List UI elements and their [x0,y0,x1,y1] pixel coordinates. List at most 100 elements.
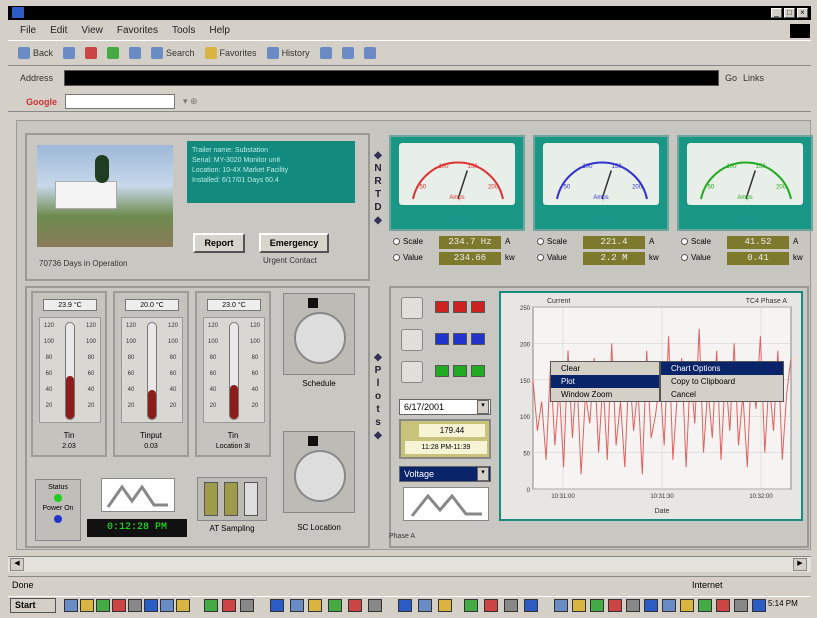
radio-scale[interactable]: Scale [393,237,423,246]
taskbar-app-icon[interactable] [418,599,432,612]
taskbar-app-icon[interactable] [308,599,322,612]
menu-file[interactable]: File [20,25,36,36]
location-dial[interactable] [283,431,355,513]
taskbar-app-icon[interactable] [328,599,342,612]
refresh-button[interactable] [107,47,120,59]
plot-toggle-button[interactable] [453,333,467,345]
plot-toggle-button[interactable] [435,333,449,345]
switch-3[interactable] [244,482,258,516]
plot-toggle-button[interactable] [471,333,485,345]
schedule-dial[interactable] [283,293,355,375]
taskbar-app-icon[interactable] [484,599,498,612]
taskbar-app-icon[interactable] [524,599,538,612]
taskbar-app-icon[interactable] [270,599,284,612]
horizontal-scrollbar[interactable]: ◀ ▶ [8,556,811,572]
pin-icon[interactable] [401,297,423,319]
radio-value[interactable]: Value [537,253,567,262]
plot-toggle-button[interactable] [435,365,449,377]
taskbar-app-icon[interactable] [644,599,658,612]
taskbar-app-icon[interactable] [80,599,94,612]
menu-view[interactable]: View [81,25,103,36]
menu-item-chart-options[interactable]: Chart Options [661,362,783,375]
forward-button[interactable] [63,47,76,59]
taskbar-app-icon[interactable] [368,599,382,612]
favorites-button[interactable]: Favorites [204,47,257,59]
menu-favorites[interactable]: Favorites [117,25,158,36]
home-button[interactable] [129,47,142,59]
taskbar-app-icon[interactable] [464,599,478,612]
start-button[interactable]: Start [10,598,56,613]
google-search-button[interactable]: ▾ ⊕ [183,96,198,107]
plot-toggle-button[interactable] [453,301,467,313]
taskbar-app-icon[interactable] [176,599,190,612]
report-button[interactable]: Report [193,233,245,253]
back-button[interactable]: Back [18,47,53,59]
wheel-icon[interactable] [401,361,423,383]
close-button[interactable]: × [797,8,808,18]
links-button[interactable]: Links [743,73,764,83]
scroll-left-icon[interactable]: ◀ [10,558,24,571]
mail-button[interactable] [319,47,332,59]
minimize-button[interactable]: _ [771,8,782,18]
taskbar-app-icon[interactable] [554,599,568,612]
taskbar-app-icon[interactable] [590,599,604,612]
go-button[interactable]: Go [725,73,737,83]
taskbar-app-icon[interactable] [96,599,110,612]
taskbar-app-icon[interactable] [438,599,452,612]
taskbar-app-icon[interactable] [698,599,712,612]
taskbar-app-icon[interactable] [398,599,412,612]
switch-2[interactable] [224,482,238,516]
menu-item-clear[interactable]: Clear [551,362,659,375]
menu-help[interactable]: Help [209,25,230,36]
menu-item-copy-clipboard[interactable]: Copy to Clipboard [661,375,783,388]
taskbar-app-icon[interactable] [144,599,158,612]
taskbar-app-icon[interactable] [240,599,254,612]
plot-toggle-button[interactable] [453,365,467,377]
stop-button[interactable] [85,47,98,59]
radio-scale[interactable]: Scale [537,237,567,246]
plot-toggle-button[interactable] [435,301,449,313]
chevron-down-icon[interactable]: ▾ [477,400,489,414]
edit-button[interactable] [363,47,376,59]
menu-item-window-zoom[interactable]: Window Zoom [551,388,659,401]
menu-item-plot[interactable]: Plot [551,375,659,388]
sampling-switches[interactable] [197,477,267,521]
taskbar-app-icon[interactable] [716,599,730,612]
current-chart[interactable]: Current TC4 Phase A 250 200 150 100 50 0 10:31:0… [501,293,801,519]
switch-1[interactable] [204,482,218,516]
taskbar-app-icon[interactable] [348,599,362,612]
taskbar-app-icon[interactable] [290,599,304,612]
taskbar-app-icon[interactable] [662,599,676,612]
taskbar-app-icon[interactable] [608,599,622,612]
taskbar-app-icon[interactable] [734,599,748,612]
history-button[interactable]: History [266,47,310,59]
taskbar-app-icon[interactable] [504,599,518,612]
dial-knob[interactable] [294,312,346,364]
taskbar-app-icon[interactable] [160,599,174,612]
target-icon[interactable] [401,329,423,351]
print-button[interactable] [341,47,354,59]
plot-toggle-button[interactable] [471,365,485,377]
google-search-input[interactable] [65,94,175,109]
radio-value[interactable]: Value [393,253,423,262]
taskbar-app-icon[interactable] [752,599,766,612]
taskbar-app-icon[interactable] [112,599,126,612]
taskbar-app-icon[interactable] [64,599,78,612]
taskbar-app-icon[interactable] [626,599,640,612]
address-input[interactable] [64,70,719,86]
menu-edit[interactable]: Edit [50,25,67,36]
radio-value[interactable]: Value [681,253,711,262]
radio-scale[interactable]: Scale [681,237,711,246]
taskbar-app-icon[interactable] [128,599,142,612]
dial-knob[interactable] [294,450,346,502]
plot-toggle-button[interactable] [471,301,485,313]
chevron-down-icon[interactable]: ▾ [477,467,489,481]
emergency-button[interactable]: Emergency [259,233,329,253]
nav-nrtd[interactable]: ◆ NRTD ◆ [371,149,385,227]
search-button[interactable]: Search [151,47,195,59]
maximize-button[interactable]: □ [784,8,795,18]
menu-item-cancel[interactable]: Cancel [661,388,783,401]
taskbar-app-icon[interactable] [572,599,586,612]
taskbar-app-icon[interactable] [204,599,218,612]
nav-plots[interactable]: ◆ Plots ◆ [371,351,385,442]
